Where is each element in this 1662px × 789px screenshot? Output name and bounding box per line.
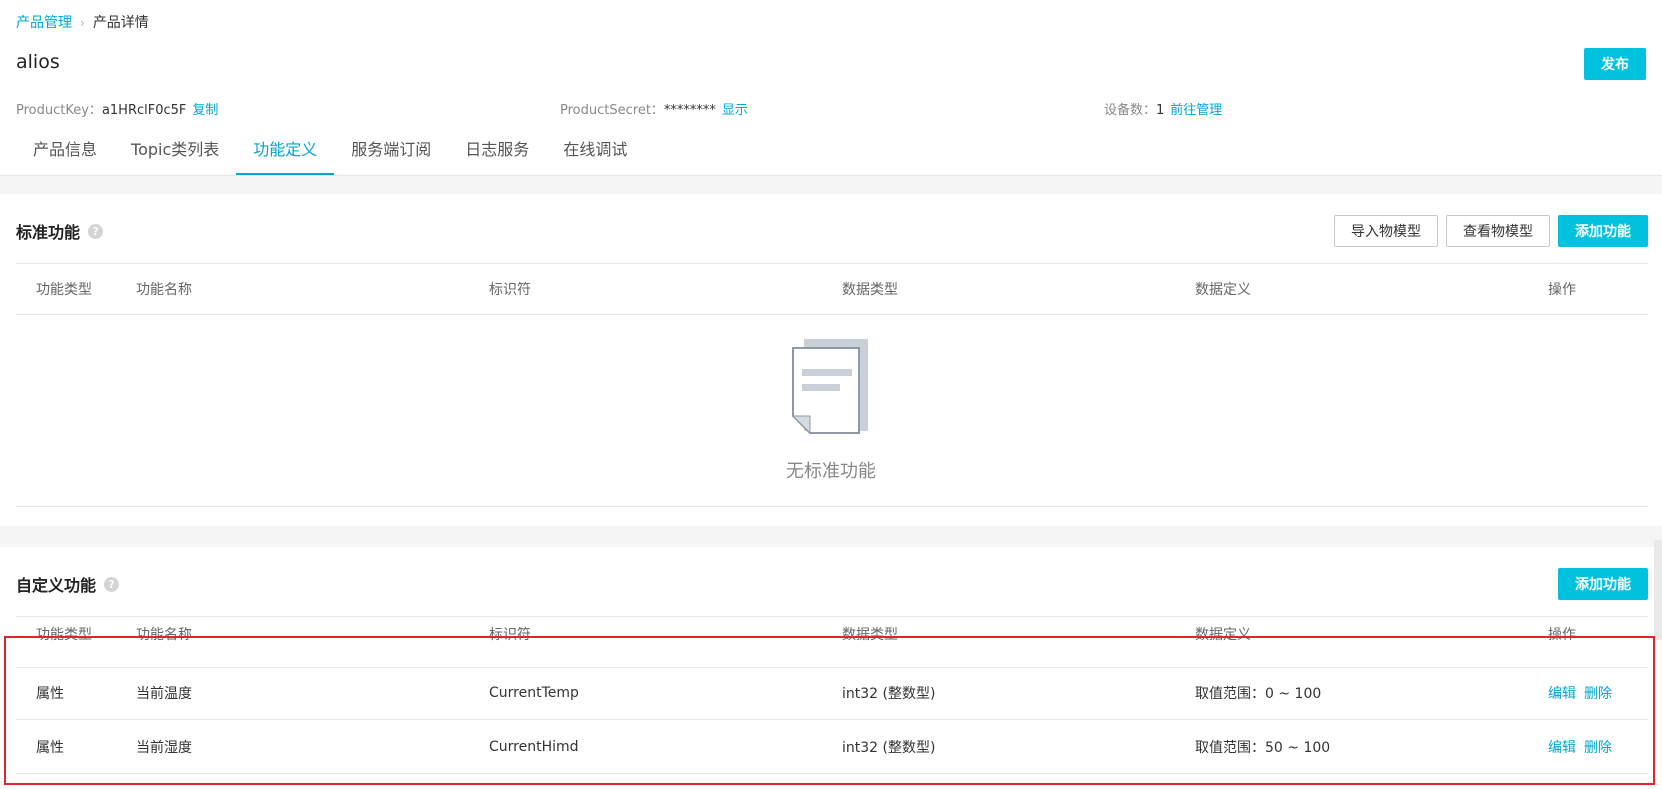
row-data-type: int32 (整数型) [842,685,936,702]
standard-table-bottom [16,506,1648,507]
row-data-definition: 取值范围：50 ~ 100 [1195,739,1331,756]
page-title: alios [16,51,60,73]
row-data-definition: 取值范围：0 ~ 100 [1195,685,1322,702]
col-operations: 操作 [1548,627,1576,643]
section-spacer [0,176,1662,194]
row-feature-type: 属性 [36,739,64,756]
device-count-value: 1 [1156,103,1165,118]
row-data-type: int32 (整数型) [842,739,936,756]
section-spacer-2 [0,526,1662,547]
col-identifier: 标识符 [489,282,531,298]
tab-feature-definition[interactable]: 功能定义 [236,128,335,175]
table-row: 属性 当前温度 CurrentTemp int32 (整数型) 取值范围：0 ~… [16,666,1648,720]
row-identifier: CurrentHimd [489,738,579,755]
standard-title-text: 标准功能 [16,223,81,242]
product-secret: ProductSecret：******** 显示 [560,99,748,118]
add-custom-feature-button[interactable]: 添加功能 [1558,568,1648,600]
col-data-definition: 数据定义 [1195,627,1251,643]
scrollbar[interactable] [1654,540,1662,640]
delete-link[interactable]: 删除 [1584,737,1612,757]
delete-link[interactable]: 删除 [1584,683,1612,703]
tab-online-debug[interactable]: 在线调试 [546,128,644,173]
col-feature-name: 功能名称 [136,627,192,643]
edit-link[interactable]: 编辑 [1548,737,1576,757]
col-feature-name: 功能名称 [136,282,192,298]
custom-table-header: 功能类型 功能名称 标识符 数据类型 数据定义 操作 [16,616,1648,668]
col-feature-type: 功能类型 [36,627,92,643]
row-feature-name: 当前湿度 [136,739,192,756]
breadcrumb: 产品管理 › 产品详情 [16,12,149,32]
tab-bar: 产品信息 Topic类列表 功能定义 服务端订阅 日志服务 在线调试 [16,128,644,176]
tab-server-subscription[interactable]: 服务端订阅 [334,128,448,173]
breadcrumb-separator: › [80,16,85,30]
manage-devices-link[interactable]: 前往管理 [1170,103,1222,118]
product-key-label: ProductKey： [16,103,102,118]
row-feature-name: 当前温度 [136,685,192,702]
custom-title-text: 自定义功能 [16,576,97,595]
standard-table-header: 功能类型 功能名称 标识符 数据类型 数据定义 操作 [16,263,1648,315]
breadcrumb-product-management[interactable]: 产品管理 [16,15,72,31]
tab-product-info[interactable]: 产品信息 [16,128,114,173]
row-identifier: CurrentTemp [489,684,579,701]
custom-section-title: 自定义功能 ? [16,572,120,596]
col-data-type: 数据类型 [842,282,898,298]
product-secret-label: ProductSecret： [560,103,664,118]
document-icon [790,339,874,435]
question-icon[interactable]: ? [88,223,104,239]
import-model-button[interactable]: 导入物模型 [1334,215,1438,247]
empty-state-text: 无标准功能 [786,461,876,482]
row-operations: 编辑 删除 [1548,666,1620,719]
device-count: 设备数：1 前往管理 [1104,99,1222,118]
col-feature-type: 功能类型 [36,282,92,298]
copy-link[interactable]: 复制 [192,103,218,118]
row-feature-type: 属性 [36,685,64,702]
view-model-button[interactable]: 查看物模型 [1446,215,1550,247]
col-operations: 操作 [1548,282,1576,298]
product-key: ProductKey：a1HRclF0c5F 复制 [16,99,218,118]
product-secret-value: ******** [663,103,716,118]
row-operations: 编辑 删除 [1548,720,1620,773]
question-icon[interactable]: ? [104,576,120,592]
col-data-definition: 数据定义 [1195,282,1251,298]
tab-topic-list[interactable]: Topic类列表 [114,128,236,173]
product-key-value: a1HRclF0c5F [101,103,187,118]
standard-section-title: 标准功能 ? [16,219,104,243]
add-standard-feature-button[interactable]: 添加功能 [1558,215,1648,247]
show-secret-link[interactable]: 显示 [722,103,748,118]
col-data-type: 数据类型 [842,627,898,643]
tab-log-service[interactable]: 日志服务 [448,128,546,173]
publish-button[interactable]: 发布 [1584,48,1646,80]
edit-link[interactable]: 编辑 [1548,683,1576,703]
table-row: 属性 当前湿度 CurrentHimd int32 (整数型) 取值范围：50 … [16,720,1648,774]
device-count-label: 设备数： [1104,103,1157,118]
col-identifier: 标识符 [489,627,531,643]
breadcrumb-current: 产品详情 [92,15,149,31]
